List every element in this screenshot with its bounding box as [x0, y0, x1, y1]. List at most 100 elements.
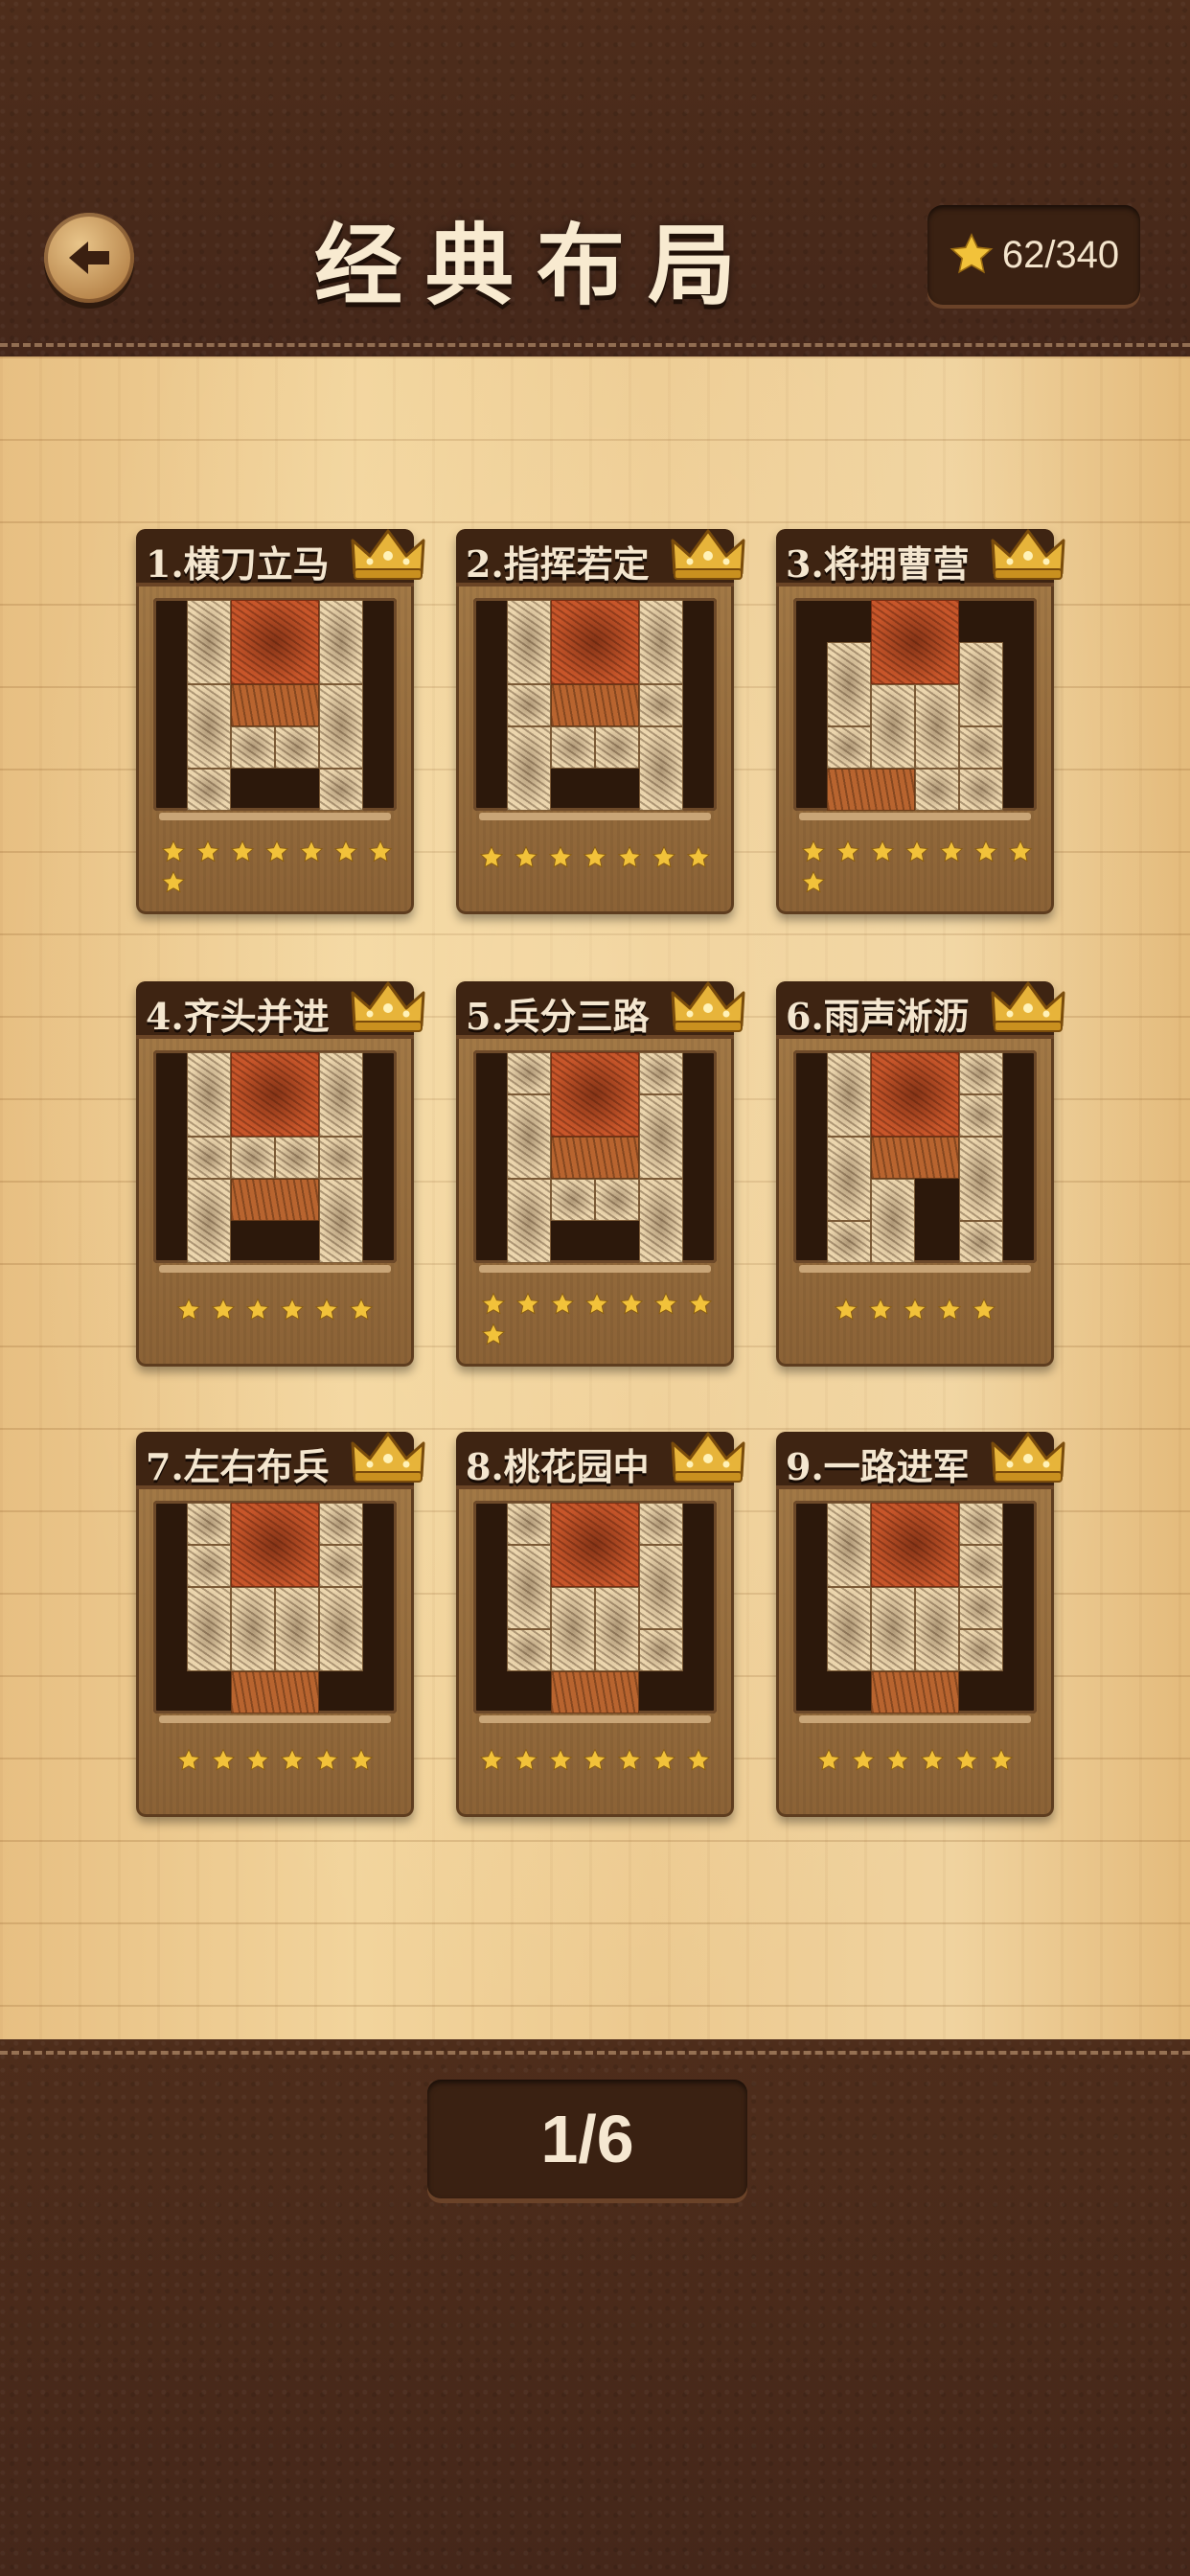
puzzle-tile	[187, 1587, 231, 1671]
puzzle-tile	[827, 726, 871, 769]
level-card-5[interactable]: 5.兵分三路	[456, 981, 745, 1367]
puzzle-tile	[595, 1587, 639, 1671]
star-icon	[479, 1748, 504, 1771]
puzzle-tile	[959, 1221, 1003, 1263]
boss-tile	[551, 600, 639, 684]
star-icon	[230, 840, 255, 862]
level-card-1[interactable]: 1.横刀立马	[136, 529, 425, 914]
level-1-title: 1.横刀立马	[146, 542, 330, 586]
level-4-board-preview	[153, 1050, 397, 1263]
puzzle-tile	[639, 1052, 683, 1094]
star-icon	[245, 1748, 270, 1771]
puzzle-tile	[639, 1629, 683, 1671]
star-icon	[989, 1748, 1014, 1771]
star-icon	[333, 840, 358, 862]
star-icon	[617, 1748, 642, 1771]
star-icon	[514, 1748, 538, 1771]
crown-icon	[351, 529, 425, 580]
star-icon	[280, 1298, 305, 1321]
star-icon	[161, 840, 186, 862]
back-button[interactable]	[44, 213, 134, 303]
star-icon	[583, 845, 607, 868]
star-icon	[939, 840, 964, 862]
star-icon	[868, 1298, 893, 1321]
star-icon	[176, 1298, 201, 1321]
puzzle-tile	[827, 642, 871, 726]
crown-icon	[351, 1432, 425, 1483]
puzzle-tile	[231, 1671, 319, 1714]
boss-tile	[231, 600, 319, 684]
star-icon	[550, 1292, 575, 1315]
puzzle-tile	[959, 1629, 1003, 1671]
level-9-title: 9.一路进军	[786, 1445, 970, 1488]
level-4-stars	[157, 1298, 393, 1322]
puzzle-tile	[187, 600, 231, 684]
puzzle-tile	[275, 726, 319, 769]
level-card-3[interactable]: 3.将拥曹营	[776, 529, 1065, 914]
level-2-board-preview	[473, 598, 717, 811]
level-card-9[interactable]: 9.一路进军	[776, 1432, 1065, 1817]
boss-tile	[871, 1503, 959, 1587]
puzzle-tile	[231, 684, 319, 726]
crown-icon	[991, 981, 1065, 1032]
bottom-stitch	[0, 2051, 1190, 2055]
star-icon	[686, 845, 711, 868]
puzzle-tile	[319, 1137, 363, 1179]
puzzle-tile	[959, 1545, 1003, 1587]
level-3-stars	[801, 840, 1037, 895]
star-total: 62/340	[1001, 233, 1120, 276]
puzzle-tile	[871, 1671, 959, 1714]
star-icon	[211, 1748, 236, 1771]
puzzle-tile	[959, 769, 1003, 811]
star-icon	[583, 1748, 607, 1771]
level-2-title: 2.指挥若定	[466, 542, 650, 586]
puzzle-tile	[231, 1587, 275, 1671]
level-2-stars	[477, 845, 713, 870]
star-icon	[954, 1748, 979, 1771]
star-icon	[211, 1298, 236, 1321]
puzzle-tile	[319, 684, 363, 769]
page-indicator[interactable]: 1/6	[427, 2080, 747, 2198]
puzzle-tile	[595, 1179, 639, 1221]
puzzle-tile	[507, 726, 551, 811]
star-icon	[688, 1292, 713, 1315]
level-card-7[interactable]: 7.左右布兵	[136, 1432, 425, 1817]
star-counter: 62/340	[927, 205, 1140, 305]
puzzle-tile	[639, 600, 683, 684]
level-card-4[interactable]: 4.齐头并进	[136, 981, 425, 1367]
puzzle-tile	[639, 726, 683, 811]
puzzle-tile	[827, 1503, 871, 1587]
star-icon	[368, 840, 393, 862]
top-stitch	[0, 343, 1190, 347]
level-3-board-preview	[793, 598, 1037, 811]
puzzle-tile	[871, 1179, 915, 1263]
star-icon	[652, 845, 676, 868]
star-icon	[903, 1298, 927, 1321]
puzzle-tile	[639, 1094, 683, 1179]
puzzle-tile	[507, 1094, 551, 1179]
puzzle-tile	[187, 1179, 231, 1263]
level-5-title: 5.兵分三路	[466, 995, 650, 1038]
star-icon	[481, 1292, 506, 1315]
puzzle-tile	[231, 726, 275, 769]
puzzle-tile	[507, 1052, 551, 1094]
puzzle-tile	[871, 684, 915, 769]
page-title: 经典布局	[313, 213, 759, 317]
level-9-board-preview	[793, 1501, 1037, 1714]
level-1-board-preview	[153, 598, 397, 811]
level-7-board-preview	[153, 1501, 397, 1714]
star-icon	[937, 1298, 962, 1321]
star-icon	[161, 870, 186, 893]
level-card-2[interactable]: 2.指挥若定	[456, 529, 745, 914]
star-icon	[515, 1292, 540, 1315]
star-icon	[950, 233, 994, 274]
level-1-stars	[161, 840, 397, 895]
puzzle-tile	[187, 1545, 231, 1587]
puzzle-tile	[915, 684, 959, 769]
level-card-8[interactable]: 8.桃花园中	[456, 1432, 745, 1817]
star-icon	[314, 1298, 339, 1321]
level-card-6[interactable]: 6.雨声淅沥	[776, 981, 1065, 1367]
star-icon	[835, 840, 860, 862]
puzzle-tile	[507, 1179, 551, 1263]
boss-tile	[551, 1052, 639, 1137]
